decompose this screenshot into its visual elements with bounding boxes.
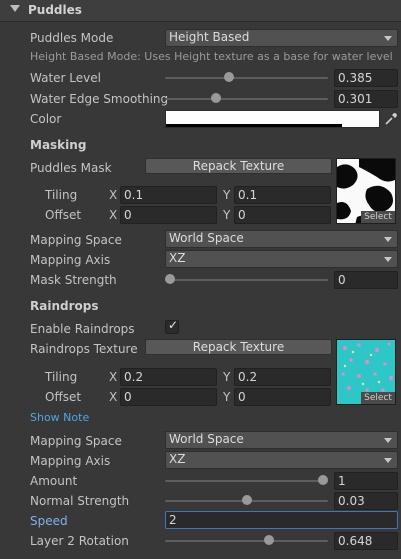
mask-tiling-y-label: Y <box>223 188 231 202</box>
water-level-slider-thumb[interactable] <box>223 72 234 82</box>
mask-strength-slider-thumb[interactable] <box>165 274 175 284</box>
rain-offset-x-field[interactable]: 0 <box>120 388 217 406</box>
rain-offset-x-label: X <box>109 390 118 404</box>
layer2-rotation-slider-thumb[interactable] <box>264 535 275 545</box>
puddles-mode-label: Puddles Mode <box>30 31 114 45</box>
color-swatch[interactable] <box>165 110 380 128</box>
chevron-down-icon <box>384 458 392 463</box>
mask-offset-y-label: Y <box>223 208 231 222</box>
mode-hint-text: Height Based Mode: Uses Height texture a… <box>30 50 393 63</box>
puddles-mask-label: Puddles Mask <box>30 161 112 175</box>
water-edge-slider-thumb[interactable] <box>211 93 222 103</box>
amount-slider-track[interactable] <box>165 480 328 482</box>
water-edge-slider-track[interactable] <box>165 98 328 100</box>
speed-field[interactable]: 2 <box>165 511 398 529</box>
water-level-label: Water Level <box>30 71 101 85</box>
rain-mapping-space-value: World Space <box>169 432 244 446</box>
mask-mapping-axis-value: XZ <box>169 251 186 265</box>
foldout-arrow-icon[interactable] <box>10 5 20 12</box>
rain-tiling-y-label: Y <box>223 370 231 384</box>
mask-offset-x-field[interactable]: 0 <box>120 206 217 224</box>
mask-tiling-y-field[interactable]: 0.1 <box>234 186 331 204</box>
rain-mapping-space-dropdown[interactable]: World Space <box>165 431 398 449</box>
mask-mapping-axis-label: Mapping Axis <box>30 253 111 267</box>
rain-tiling-label: Tiling <box>45 370 78 384</box>
puddles-mode-value: Height Based <box>169 30 250 44</box>
masking-title: Masking <box>30 138 87 152</box>
speed-label: Speed <box>30 514 68 528</box>
mask-strength-field[interactable]: 0 <box>334 271 398 289</box>
rain-tiling-x-label: X <box>109 370 118 384</box>
water-edge-label: Water Edge Smoothing <box>30 92 169 106</box>
section-title: Puddles <box>28 3 82 17</box>
raindrops-title: Raindrops <box>30 299 99 313</box>
puddles-mask-texture[interactable]: Select <box>336 158 396 224</box>
select-button[interactable]: Select <box>361 211 395 223</box>
rain-mapping-axis-dropdown[interactable]: XZ <box>165 451 398 469</box>
mask-mapping-space-dropdown[interactable]: World Space <box>165 230 398 248</box>
section-header-puddles[interactable]: Puddles <box>0 0 401 22</box>
alpha-strip <box>166 124 342 127</box>
layer2-rotation-label: Layer 2 Rotation <box>30 534 129 548</box>
enable-raindrops-checkbox[interactable]: ✓ <box>165 318 179 334</box>
raindrops-texture-label: Raindrops Texture <box>30 342 138 356</box>
raindrops-texture[interactable]: Select <box>336 339 396 405</box>
amount-label: Amount <box>30 474 78 488</box>
chevron-down-icon <box>384 36 392 41</box>
amount-field[interactable]: 1 <box>334 472 398 490</box>
water-level-field[interactable]: 0.385 <box>334 69 398 87</box>
eyedropper-icon[interactable] <box>384 112 398 126</box>
mask-offset-y-field[interactable]: 0 <box>234 206 331 224</box>
mask-offset-label: Offset <box>45 208 82 222</box>
rain-offset-label: Offset <box>45 390 82 404</box>
mask-mapping-space-label: Mapping Space <box>30 233 122 247</box>
puddles-mode-dropdown[interactable]: Height Based <box>165 29 398 47</box>
mask-strength-slider-track[interactable] <box>165 279 328 281</box>
mask-tiling-x-field[interactable]: 0.1 <box>120 186 217 204</box>
layer2-rotation-field[interactable]: 0.648 <box>334 532 398 550</box>
rain-offset-y-field[interactable]: 0 <box>234 388 331 406</box>
checkmark-icon: ✓ <box>168 318 179 332</box>
mask-mapping-space-value: World Space <box>169 231 244 245</box>
rain-mapping-axis-value: XZ <box>169 452 186 466</box>
rain-mapping-axis-label: Mapping Axis <box>30 454 111 468</box>
chevron-down-icon <box>384 257 392 262</box>
color-label: Color <box>30 112 62 126</box>
mask-tiling-x-label: X <box>109 188 118 202</box>
normal-strength-label: Normal Strength <box>30 494 130 508</box>
water-edge-field[interactable]: 0.301 <box>334 90 398 108</box>
mask-tiling-label: Tiling <box>45 188 78 202</box>
raindrops-repack-texture-button[interactable]: Repack Texture <box>145 339 332 355</box>
mask-offset-x-label: X <box>109 208 118 222</box>
rain-mapping-space-label: Mapping Space <box>30 434 122 448</box>
layer2-rotation-slider-track[interactable] <box>165 540 328 542</box>
chevron-down-icon <box>384 237 392 242</box>
enable-raindrops-label: Enable Raindrops <box>30 322 135 336</box>
rain-offset-y-label: Y <box>223 390 231 404</box>
normal-strength-field[interactable]: 0.03 <box>334 492 398 510</box>
water-level-slider-track[interactable] <box>165 77 328 79</box>
show-note-link[interactable]: Show Note <box>30 411 89 424</box>
select-button[interactable]: Select <box>361 392 395 404</box>
amount-slider-thumb[interactable] <box>318 475 328 485</box>
normal-strength-slider-thumb[interactable] <box>241 495 252 505</box>
chevron-down-icon <box>384 438 392 443</box>
mask-strength-label: Mask Strength <box>30 273 117 287</box>
mask-mapping-axis-dropdown[interactable]: XZ <box>165 250 398 268</box>
repack-texture-button[interactable]: Repack Texture <box>145 158 332 174</box>
rain-tiling-x-field[interactable]: 0.2 <box>120 368 217 386</box>
rain-tiling-y-field[interactable]: 0.2 <box>234 368 331 386</box>
